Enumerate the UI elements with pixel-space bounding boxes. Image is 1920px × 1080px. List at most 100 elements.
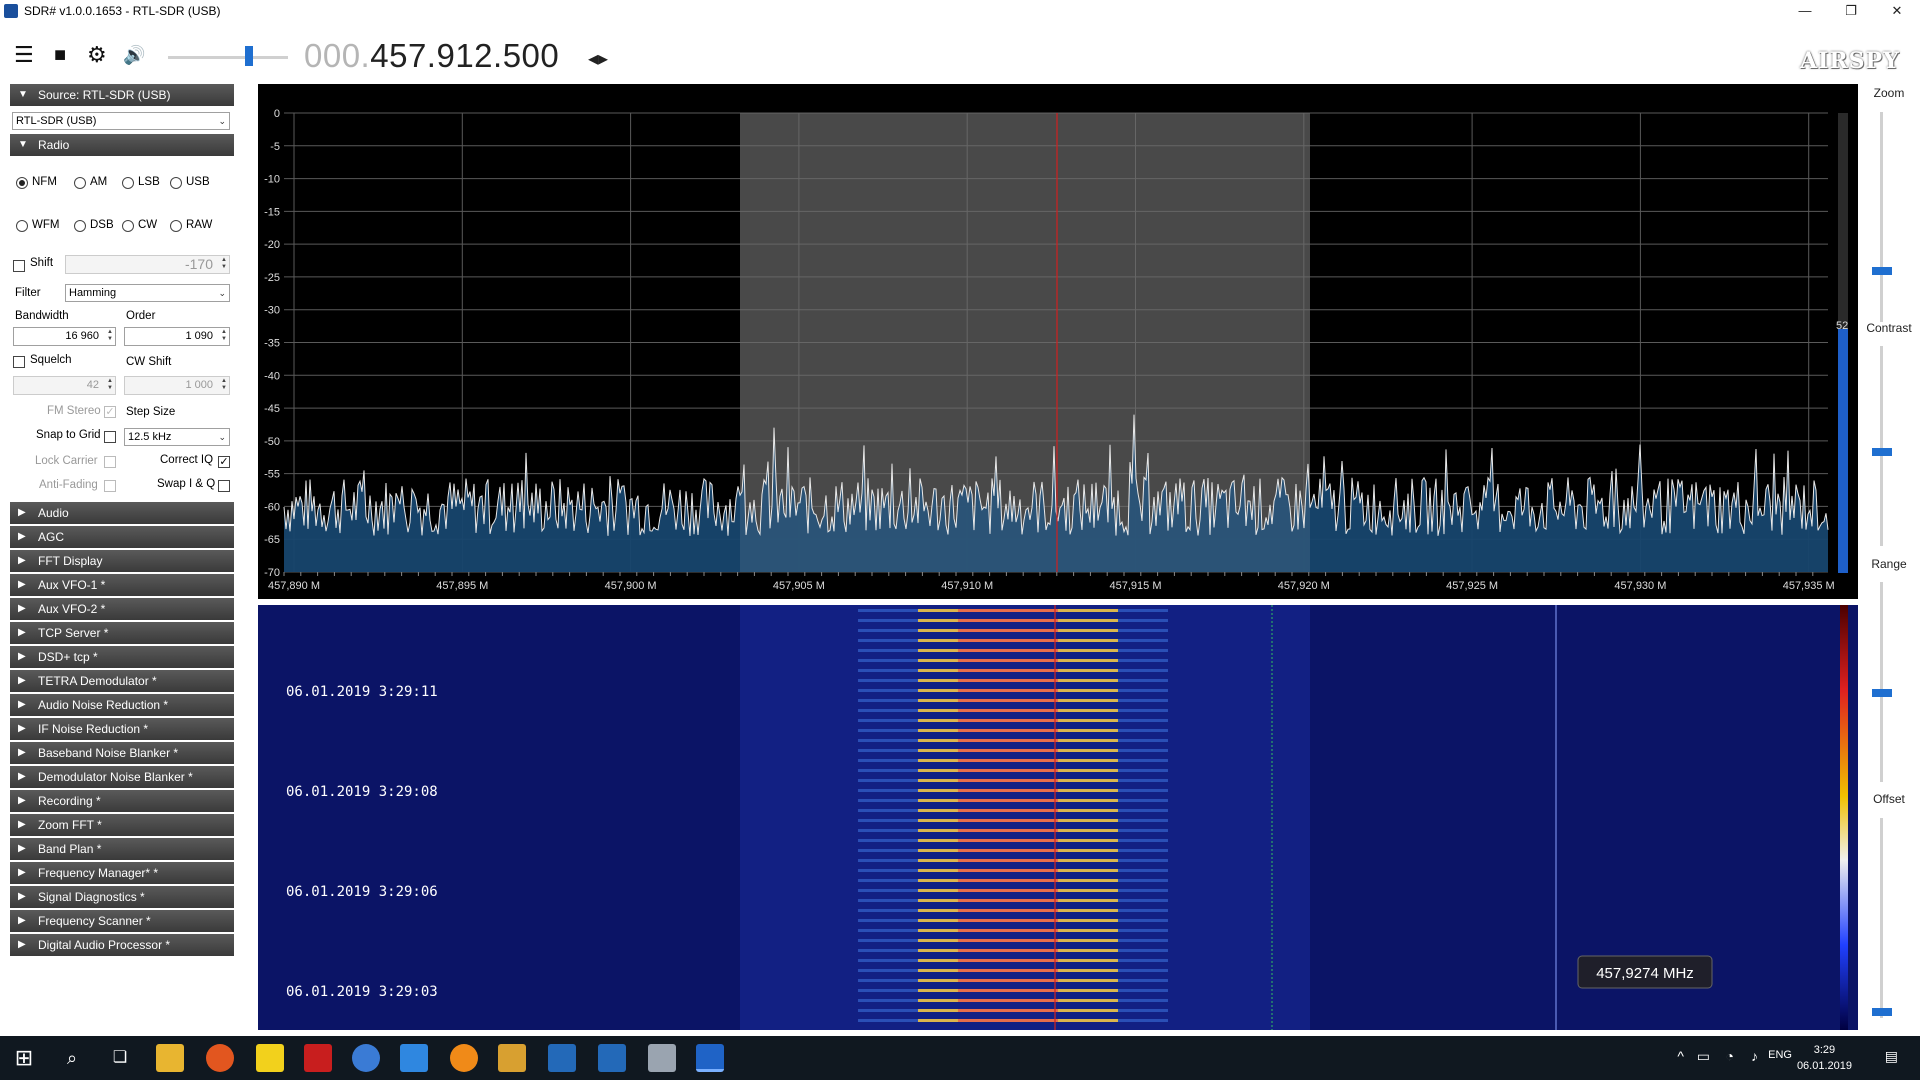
sticky-app-icon[interactable] (256, 1044, 284, 1072)
search-icon[interactable]: ⌕ (58, 1044, 86, 1072)
minimize-button[interactable]: — (1782, 0, 1828, 22)
sdrsharp-taskbar-icon[interactable] (696, 1044, 724, 1072)
mode-radio-usb[interactable] (170, 177, 182, 189)
shift-checkbox[interactable] (13, 260, 25, 272)
mode-radio-dsb[interactable] (74, 220, 86, 232)
bandwidth-input[interactable]: 16 960 ▲ ▼ (13, 327, 116, 346)
firefox-icon[interactable] (206, 1044, 234, 1072)
shift-input[interactable]: -170 ▲ ▼ (65, 255, 230, 274)
waterfall-display[interactable]: 06.01.2019 3:29:11 06.01.2019 3:29:08 06.0… (258, 605, 1858, 1030)
plugin-header-aux-vfo-2[interactable]: ▶ Aux VFO-2 * (10, 598, 234, 620)
mode-radio-nfm[interactable] (16, 177, 28, 189)
close-button[interactable]: ✕ (1874, 0, 1920, 22)
spin-arrows-icon[interactable]: ▲ ▼ (107, 329, 113, 343)
offset-slider[interactable] (1880, 818, 1883, 1018)
plugin-header-zoom-fft[interactable]: ▶ Zoom FFT * (10, 814, 234, 836)
menu-icon[interactable]: ☰ (14, 44, 34, 66)
mode-radio-raw[interactable] (170, 220, 182, 232)
restore-button[interactable]: ❐ (1828, 0, 1874, 22)
order-input[interactable]: 1 090 ▲ ▼ (124, 327, 230, 346)
mode-radio-cw[interactable] (122, 220, 134, 232)
plugin-header-frequency-scanner[interactable]: ▶ Frequency Scanner * (10, 910, 234, 932)
speaker-icon[interactable]: 🔊 (123, 44, 145, 66)
fmstereo-checkbox[interactable]: ✓ (104, 406, 116, 418)
filezilla-icon[interactable] (304, 1044, 332, 1072)
zoom-slider-thumb[interactable] (1872, 267, 1892, 275)
antifading-checkbox[interactable] (104, 480, 116, 492)
offset-slider-thumb[interactable] (1872, 1008, 1892, 1016)
lockcarrier-label: Lock Carrier (35, 455, 98, 467)
app-icon-blue[interactable] (352, 1044, 380, 1072)
radio-header[interactable]: ▼ Radio (10, 134, 234, 156)
notifications-icon[interactable]: ▤ (1885, 1048, 1898, 1065)
plugin-header-recording[interactable]: ▶ Recording * (10, 790, 234, 812)
mode-label-lsb: LSB (138, 176, 160, 188)
wifi-icon[interactable]: ◔ (1726, 1048, 1734, 1064)
spectrum-plot[interactable]: 0 -5 -10 -15 -20 -25 -30 -35 -40 -45 -50 -55 -60 -65 -… (258, 84, 1858, 599)
spin-arrows-icon[interactable]: ▲ ▼ (221, 257, 227, 271)
spin-arrows-icon[interactable]: ▲ ▼ (221, 329, 227, 343)
contrast-slider-thumb[interactable] (1872, 448, 1892, 456)
file-explorer-icon[interactable] (156, 1044, 184, 1072)
plugin-header-signal-diagnostics[interactable]: ▶ Signal Diagnostics * (10, 886, 234, 908)
plugin-header-demodulator-noise-blanker[interactable]: ▶ Demodulator Noise Blanker * (10, 766, 234, 788)
stepsize-label: Step Size (126, 406, 176, 418)
v-app-icon[interactable] (548, 1044, 576, 1072)
gear-icon[interactable]: ⚙ (87, 44, 107, 66)
swapiq-checkbox[interactable] (218, 480, 230, 492)
plugin-header-if-noise-reduction[interactable]: ▶ IF Noise Reduction * (10, 718, 234, 740)
stop-icon[interactable]: ■ (54, 44, 66, 66)
plugin-header-digital-audio-processor[interactable]: ▶ Digital Audio Processor * (10, 934, 234, 956)
spectrum-analyzer[interactable]: 0 -5 -10 -15 -20 -25 -30 -35 -40 -45 -50 -55 -60 -65 -… (258, 84, 1858, 599)
plugin-header-baseband-noise-blanker[interactable]: ▶ Baseband Noise Blanker * (10, 742, 234, 764)
squelch-input[interactable]: 42 ▲ ▼ (13, 376, 116, 395)
plugin-header-audio[interactable]: ▶ Audio (10, 502, 234, 524)
source-header[interactable]: ▼ Source: RTL-SDR (USB) (10, 84, 234, 106)
spin-arrows-icon[interactable]: ▲ ▼ (107, 378, 113, 392)
network-app-icon[interactable] (648, 1044, 676, 1072)
battery-icon[interactable]: ▭ (1697, 1048, 1710, 1065)
plugin-header-audio-noise-reduction[interactable]: ▶ Audio Noise Reduction * (10, 694, 234, 716)
windows-start-icon[interactable]: ⊞ (10, 1044, 38, 1072)
filter-select[interactable]: Hamming ⌄ (65, 284, 230, 302)
plugin-header-aux-vfo-1[interactable]: ▶ Aux VFO-1 * (10, 574, 234, 596)
lockcarrier-checkbox[interactable] (104, 456, 116, 468)
mode-radio-lsb[interactable] (122, 177, 134, 189)
source-device-select[interactable]: RTL-SDR (USB) ⌄ (12, 112, 230, 130)
frequency-step-arrows[interactable]: ◂▸ (588, 46, 608, 71)
clock[interactable]: 3:29 06.01.2019 (1797, 1042, 1852, 1074)
zoom-slider[interactable] (1880, 112, 1883, 322)
frequency-display[interactable]: 000.457.912.500 (304, 36, 559, 76)
range-slider-thumb[interactable] (1872, 689, 1892, 697)
plugin-header-tcp-server[interactable]: ▶ TCP Server * (10, 622, 234, 644)
mode-radio-am[interactable] (74, 177, 86, 189)
v-app-icon-2[interactable] (598, 1044, 626, 1072)
language-indicator[interactable]: ENG (1768, 1049, 1792, 1061)
plugin-header-dsd-tcp[interactable]: ▶ DSD+ tcp * (10, 646, 234, 668)
plugin-header-agc[interactable]: ▶ AGC (10, 526, 234, 548)
spin-arrows-icon[interactable]: ▲ ▼ (221, 378, 227, 392)
range-slider[interactable] (1880, 582, 1883, 782)
tray-chevron-icon[interactable]: ^ (1677, 1048, 1684, 1064)
snap-checkbox[interactable] (104, 431, 116, 443)
plugin-header-band-plan[interactable]: ▶ Band Plan * (10, 838, 234, 860)
volume-tray-icon[interactable]: ♪ (1751, 1048, 1758, 1064)
plugin-header-frequency-manager[interactable]: ▶ Frequency Manager* * (10, 862, 234, 884)
app-icon-tools[interactable] (498, 1044, 526, 1072)
correctiq-checkbox[interactable]: ✓ (218, 456, 230, 468)
volume-slider[interactable] (168, 56, 288, 59)
plugin-header-fft-display[interactable]: ▶ FFT Display (10, 550, 234, 572)
step-size-select[interactable]: 12.5 kHz ⌄ (124, 428, 230, 446)
media-player-icon[interactable] (400, 1044, 428, 1072)
task-view-icon[interactable]: ❏ (106, 1044, 134, 1072)
db-tick-label: -70 (264, 567, 280, 579)
frequency-value[interactable]: 457.912.500 (370, 37, 559, 74)
waterfall-plot[interactable]: 06.01.2019 3:29:11 06.01.2019 3:29:08 06.0… (258, 605, 1858, 1030)
contrast-slider[interactable] (1880, 346, 1883, 546)
volume-slider-thumb[interactable] (245, 46, 253, 66)
mode-radio-wfm[interactable] (16, 220, 28, 232)
squelch-checkbox[interactable] (13, 356, 25, 368)
plugin-header-tetra-demodulator[interactable]: ▶ TETRA Demodulator * (10, 670, 234, 692)
app-icon-orange[interactable] (450, 1044, 478, 1072)
cwshift-input[interactable]: 1 000 ▲ ▼ (124, 376, 230, 395)
